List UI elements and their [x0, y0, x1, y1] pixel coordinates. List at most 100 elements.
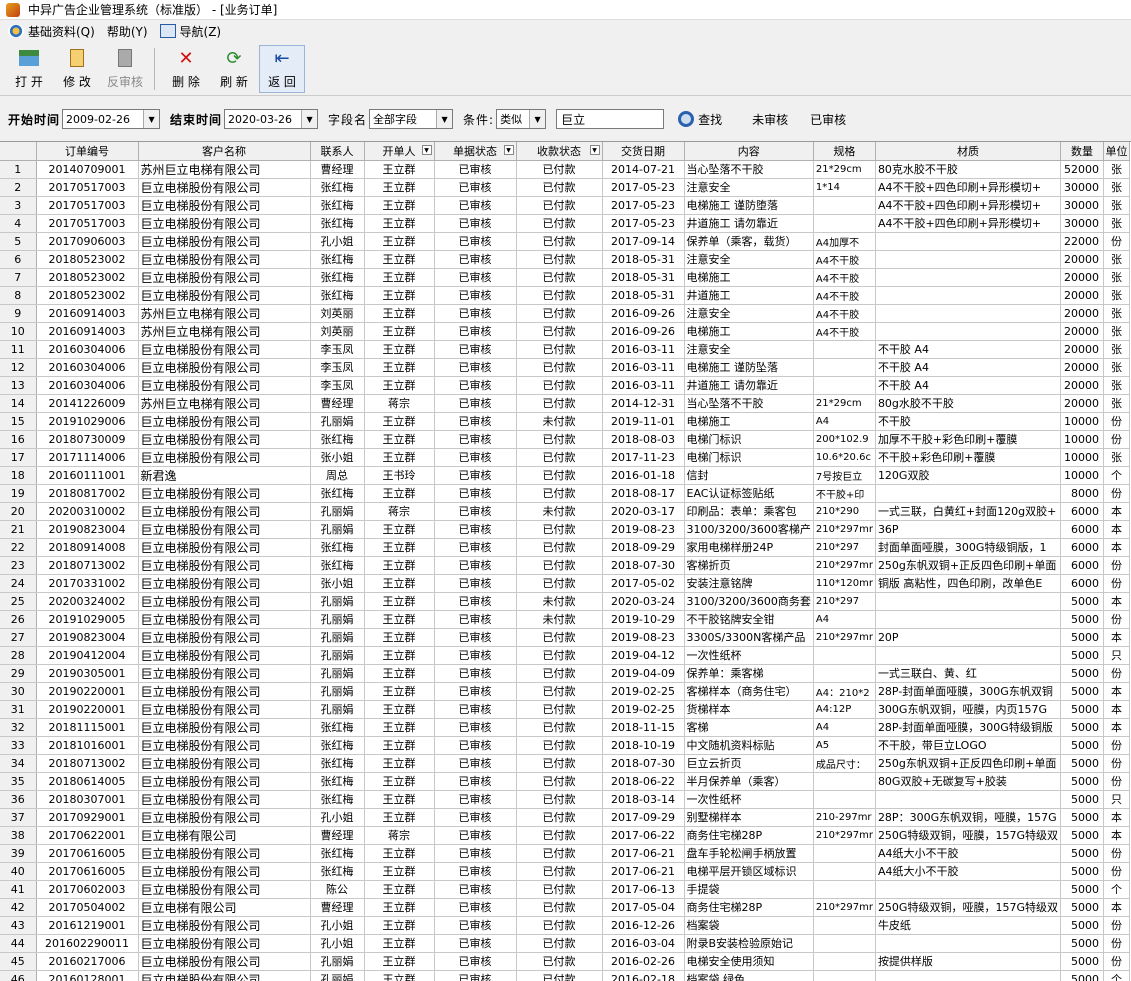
- orders-grid[interactable]: 订单编号 客户名称 联系人 开单人 ▼ 单据状态 ▼ 收款状态 ▼ 交货日期 内容 规格 材质 数量 单位 …: [0, 141, 1131, 981]
- table-row[interactable]: 31 20190220001 巨立电梯股份有限公司 孔丽娟 王立群 已审核 已付款 2019-…: [0, 700, 1130, 719]
- issuer-cell: 王立群: [364, 304, 435, 323]
- end-date-picker[interactable]: 2020-03-26 ▼: [224, 109, 319, 129]
- table-row[interactable]: 6 20180523002 巨立电梯股份有限公司 张红梅 王立群 已审核 已付款 2018-0…: [0, 250, 1130, 269]
- start-date-picker[interactable]: 2009-02-26 ▼: [62, 109, 161, 129]
- table-row[interactable]: 27 20190823004 巨立电梯股份有限公司 孔丽娟 王立群 已审核 已付款 2019-…: [0, 628, 1130, 647]
- column-header[interactable]: 收款状态 ▼: [516, 142, 603, 161]
- table-row[interactable]: 39 20170616005 巨立电梯股份有限公司 张红梅 王立群 已审核 已付款 2017-…: [0, 844, 1130, 863]
- order-number-cell: 20170929001: [36, 808, 139, 827]
- table-row[interactable]: 14 20141226009 苏州巨立电梯有限公司 曹经理 蒋宗 已审核 已付款 2014-1…: [0, 394, 1130, 413]
- row-number: 21: [0, 520, 37, 539]
- table-row[interactable]: 2 20170517003 巨立电梯股份有限公司 张红梅 王立群 已审核 已付款 2017-0…: [0, 178, 1130, 197]
- chevron-down-icon[interactable]: ▼: [436, 110, 453, 128]
- table-row[interactable]: 15 20191029006 巨立电梯股份有限公司 孔丽娟 王立群 已审核 未付款 2019-…: [0, 412, 1130, 431]
- column-header[interactable]: 材质: [875, 142, 1061, 161]
- table-row[interactable]: 35 20180614005 巨立电梯股份有限公司 张红梅 王立群 已审核 已付款 2018-…: [0, 772, 1130, 791]
- content-cell: 注意安全: [684, 304, 814, 323]
- table-row[interactable]: 8 20180523002 巨立电梯股份有限公司 张红梅 王立群 已审核 已付款 2018-0…: [0, 286, 1130, 305]
- unaudit-button[interactable]: 反审核: [102, 45, 148, 93]
- table-row[interactable]: 28 20190412004 巨立电梯股份有限公司 孔丽娟 王立群 已审核 已付款 2019-…: [0, 646, 1130, 665]
- column-header[interactable]: [0, 142, 37, 161]
- table-row[interactable]: 18 20160111001 新君逸 周总 王书玲 已审核 已付款 2016-01-18 信封 7…: [0, 466, 1130, 485]
- table-row[interactable]: 22 20180914008 巨立电梯股份有限公司 张红梅 王立群 已审核 已付款 2018-…: [0, 538, 1130, 557]
- table-row[interactable]: 13 20160304006 巨立电梯股份有限公司 李玉凤 王立群 已审核 已付款 2016-…: [0, 376, 1130, 395]
- table-row[interactable]: 45 20160217006 巨立电梯股份有限公司 孔丽娟 王立群 已审核 已付款 2016-…: [0, 952, 1130, 971]
- customer-name-cell: 巨立电梯股份有限公司: [138, 628, 311, 647]
- menu-basic-data[interactable]: 基础资料(Q): [8, 23, 95, 40]
- table-row[interactable]: 33 20181016001 巨立电梯股份有限公司 张红梅 王立群 已审核 已付款 2018-…: [0, 736, 1130, 755]
- issuer-cell: 王立群: [364, 736, 435, 755]
- condition-select[interactable]: 类似 ▼: [496, 109, 547, 129]
- keyword-input[interactable]: 巨立: [556, 109, 665, 129]
- table-row[interactable]: 7 20180523002 巨立电梯股份有限公司 张红梅 王立群 已审核 已付款 2018-0…: [0, 268, 1130, 287]
- open-button[interactable]: 打 开: [6, 45, 52, 93]
- row-number: 40: [0, 862, 37, 881]
- table-row[interactable]: 16 20180730009 巨立电梯股份有限公司 张红梅 王立群 已审核 已付款 2018-…: [0, 430, 1130, 449]
- menu-help[interactable]: 帮助(Y): [107, 23, 148, 40]
- material-cell: A4不干胶+四色印刷+异形模切+: [875, 196, 1061, 215]
- filter-dropdown-icon[interactable]: ▼: [503, 145, 514, 155]
- column-header[interactable]: 开单人 ▼: [364, 142, 435, 161]
- contact-cell: 刘英丽: [310, 322, 365, 341]
- contact-cell: 孔丽娟: [310, 610, 365, 629]
- edit-button[interactable]: 修 改: [54, 45, 100, 93]
- column-header[interactable]: 交货日期: [602, 142, 685, 161]
- filter-dropdown-icon[interactable]: ▼: [421, 145, 432, 155]
- table-row[interactable]: 32 20181115001 巨立电梯股份有限公司 张红梅 王立群 已审核 已付款 2018-…: [0, 718, 1130, 737]
- table-row[interactable]: 9 20160914003 苏州巨立电梯有限公司 刘英丽 王立群 已审核 已付款 2016-0…: [0, 304, 1130, 323]
- unaudited-filter-button[interactable]: 未审核: [752, 111, 788, 128]
- table-row[interactable]: 3 20170517003 巨立电梯股份有限公司 张红梅 王立群 已审核 已付款 2017-0…: [0, 196, 1130, 215]
- column-header[interactable]: 单据状态 ▼: [434, 142, 517, 161]
- table-row[interactable]: 25 20200324002 巨立电梯股份有限公司 孔丽娟 王立群 已审核 未付款 2020-…: [0, 592, 1130, 611]
- column-header[interactable]: 单位: [1103, 142, 1130, 161]
- table-row[interactable]: 4 20170517003 巨立电梯股份有限公司 张红梅 王立群 已审核 已付款 2017-0…: [0, 214, 1130, 233]
- table-row[interactable]: 12 20160304006 巨立电梯股份有限公司 李玉凤 王立群 已审核 已付款 2016-…: [0, 358, 1130, 377]
- table-row[interactable]: 11 20160304006 巨立电梯股份有限公司 李玉凤 王立群 已审核 已付款 2016-…: [0, 340, 1130, 359]
- quantity-cell: 8000: [1060, 484, 1104, 503]
- table-row[interactable]: 46 20160128001 巨立电梯股份有限公司 孔丽娟 王立群 已审核 已付款 2016-…: [0, 970, 1130, 981]
- refresh-button[interactable]: ⟳ 刷 新: [211, 45, 257, 93]
- doc-status-cell: 已审核: [434, 448, 517, 467]
- table-row[interactable]: 30 20190220001 巨立电梯股份有限公司 孔丽娟 王立群 已审核 已付款 2019-…: [0, 682, 1130, 701]
- chevron-down-icon[interactable]: ▼: [301, 110, 318, 128]
- table-row[interactable]: 23 20180713002 巨立电梯股份有限公司 张红梅 王立群 已审核 已付款 2018-…: [0, 556, 1130, 575]
- chevron-down-icon[interactable]: ▼: [529, 110, 546, 128]
- table-row[interactable]: 43 20161219001 巨立电梯股份有限公司 孔小姐 王立群 已审核 已付款 2016-…: [0, 916, 1130, 935]
- table-row[interactable]: 21 20190823004 巨立电梯股份有限公司 孔丽娟 王立群 已审核 已付款 2019-…: [0, 520, 1130, 539]
- chevron-down-icon[interactable]: ▼: [143, 110, 160, 128]
- table-row[interactable]: 17 20171114006 巨立电梯股份有限公司 张小姐 王立群 已审核 已付款 2017-…: [0, 448, 1130, 467]
- column-header[interactable]: 内容: [684, 142, 814, 161]
- table-row[interactable]: 42 20170504002 巨立电梯有限公司 曹经理 王立群 已审核 已付款 2017-05…: [0, 898, 1130, 917]
- issuer-cell: 王立群: [364, 250, 435, 269]
- delete-button[interactable]: ✕ 删 除: [163, 45, 209, 93]
- table-row[interactable]: 41 20170602003 巨立电梯股份有限公司 陈公 王立群 已审核 已付款 2017-0…: [0, 880, 1130, 899]
- menu-navigation[interactable]: 导航(Z): [159, 23, 221, 40]
- table-row[interactable]: 44 201602290011 巨立电梯股份有限公司 孔小姐 王立群 已审核 已付款 2016…: [0, 934, 1130, 953]
- back-button[interactable]: ⇤ 返 回: [259, 44, 305, 93]
- audited-filter-button[interactable]: 已审核: [810, 111, 846, 128]
- table-row[interactable]: 34 20180713002 巨立电梯股份有限公司 张红梅 王立群 已审核 已付款 2018-…: [0, 754, 1130, 773]
- column-header[interactable]: 客户名称: [138, 142, 311, 161]
- table-row[interactable]: 38 20170622001 巨立电梯有限公司 曹经理 蒋宗 已审核 已付款 2017-06-…: [0, 826, 1130, 845]
- table-row[interactable]: 40 20170616005 巨立电梯股份有限公司 张红梅 王立群 已审核 已付款 2017-…: [0, 862, 1130, 881]
- table-row[interactable]: 36 20180307001 巨立电梯股份有限公司 张红梅 王立群 已审核 已付款 2018-…: [0, 790, 1130, 809]
- field-select[interactable]: 全部字段 ▼: [369, 109, 454, 129]
- table-row[interactable]: 26 20191029005 巨立电梯股份有限公司 孔丽娟 王立群 已审核 未付款 2019-…: [0, 610, 1130, 629]
- unit-cell: 份: [1103, 934, 1130, 953]
- table-row[interactable]: 20 20200310002 巨立电梯股份有限公司 孔丽娟 蒋宗 已审核 未付款 2020-0…: [0, 502, 1130, 521]
- delete-label: 删 除: [172, 75, 200, 89]
- table-row[interactable]: 5 20170906003 巨立电梯股份有限公司 孔小姐 王立群 已审核 已付款 2017-0…: [0, 232, 1130, 251]
- table-row[interactable]: 19 20180817002 巨立电梯股份有限公司 张红梅 王立群 已审核 已付款 2018-…: [0, 484, 1130, 503]
- column-header[interactable]: 规格: [813, 142, 876, 161]
- filter-dropdown-icon[interactable]: ▼: [589, 145, 600, 155]
- table-row[interactable]: 10 20160914003 苏州巨立电梯有限公司 刘英丽 王立群 已审核 已付款 2016-…: [0, 322, 1130, 341]
- search-button[interactable]: 查找: [678, 111, 722, 128]
- column-header[interactable]: 联系人: [310, 142, 365, 161]
- column-header[interactable]: 数量: [1060, 142, 1104, 161]
- table-row[interactable]: 29 20190305001 巨立电梯股份有限公司 孔丽娟 王立群 已审核 已付款 2019-…: [0, 664, 1130, 683]
- table-row[interactable]: 37 20170929001 巨立电梯股份有限公司 孔小姐 王立群 已审核 已付款 2017-…: [0, 808, 1130, 827]
- spec-cell: [813, 664, 876, 683]
- table-row[interactable]: 1 20140709001 苏州巨立电梯有限公司 曹经理 王立群 已审核 已付款 2014-0…: [0, 160, 1130, 179]
- table-row[interactable]: 24 20170331002 巨立电梯股份有限公司 张小姐 王立群 已审核 已付款 2017-…: [0, 574, 1130, 593]
- column-header[interactable]: 订单编号: [36, 142, 139, 161]
